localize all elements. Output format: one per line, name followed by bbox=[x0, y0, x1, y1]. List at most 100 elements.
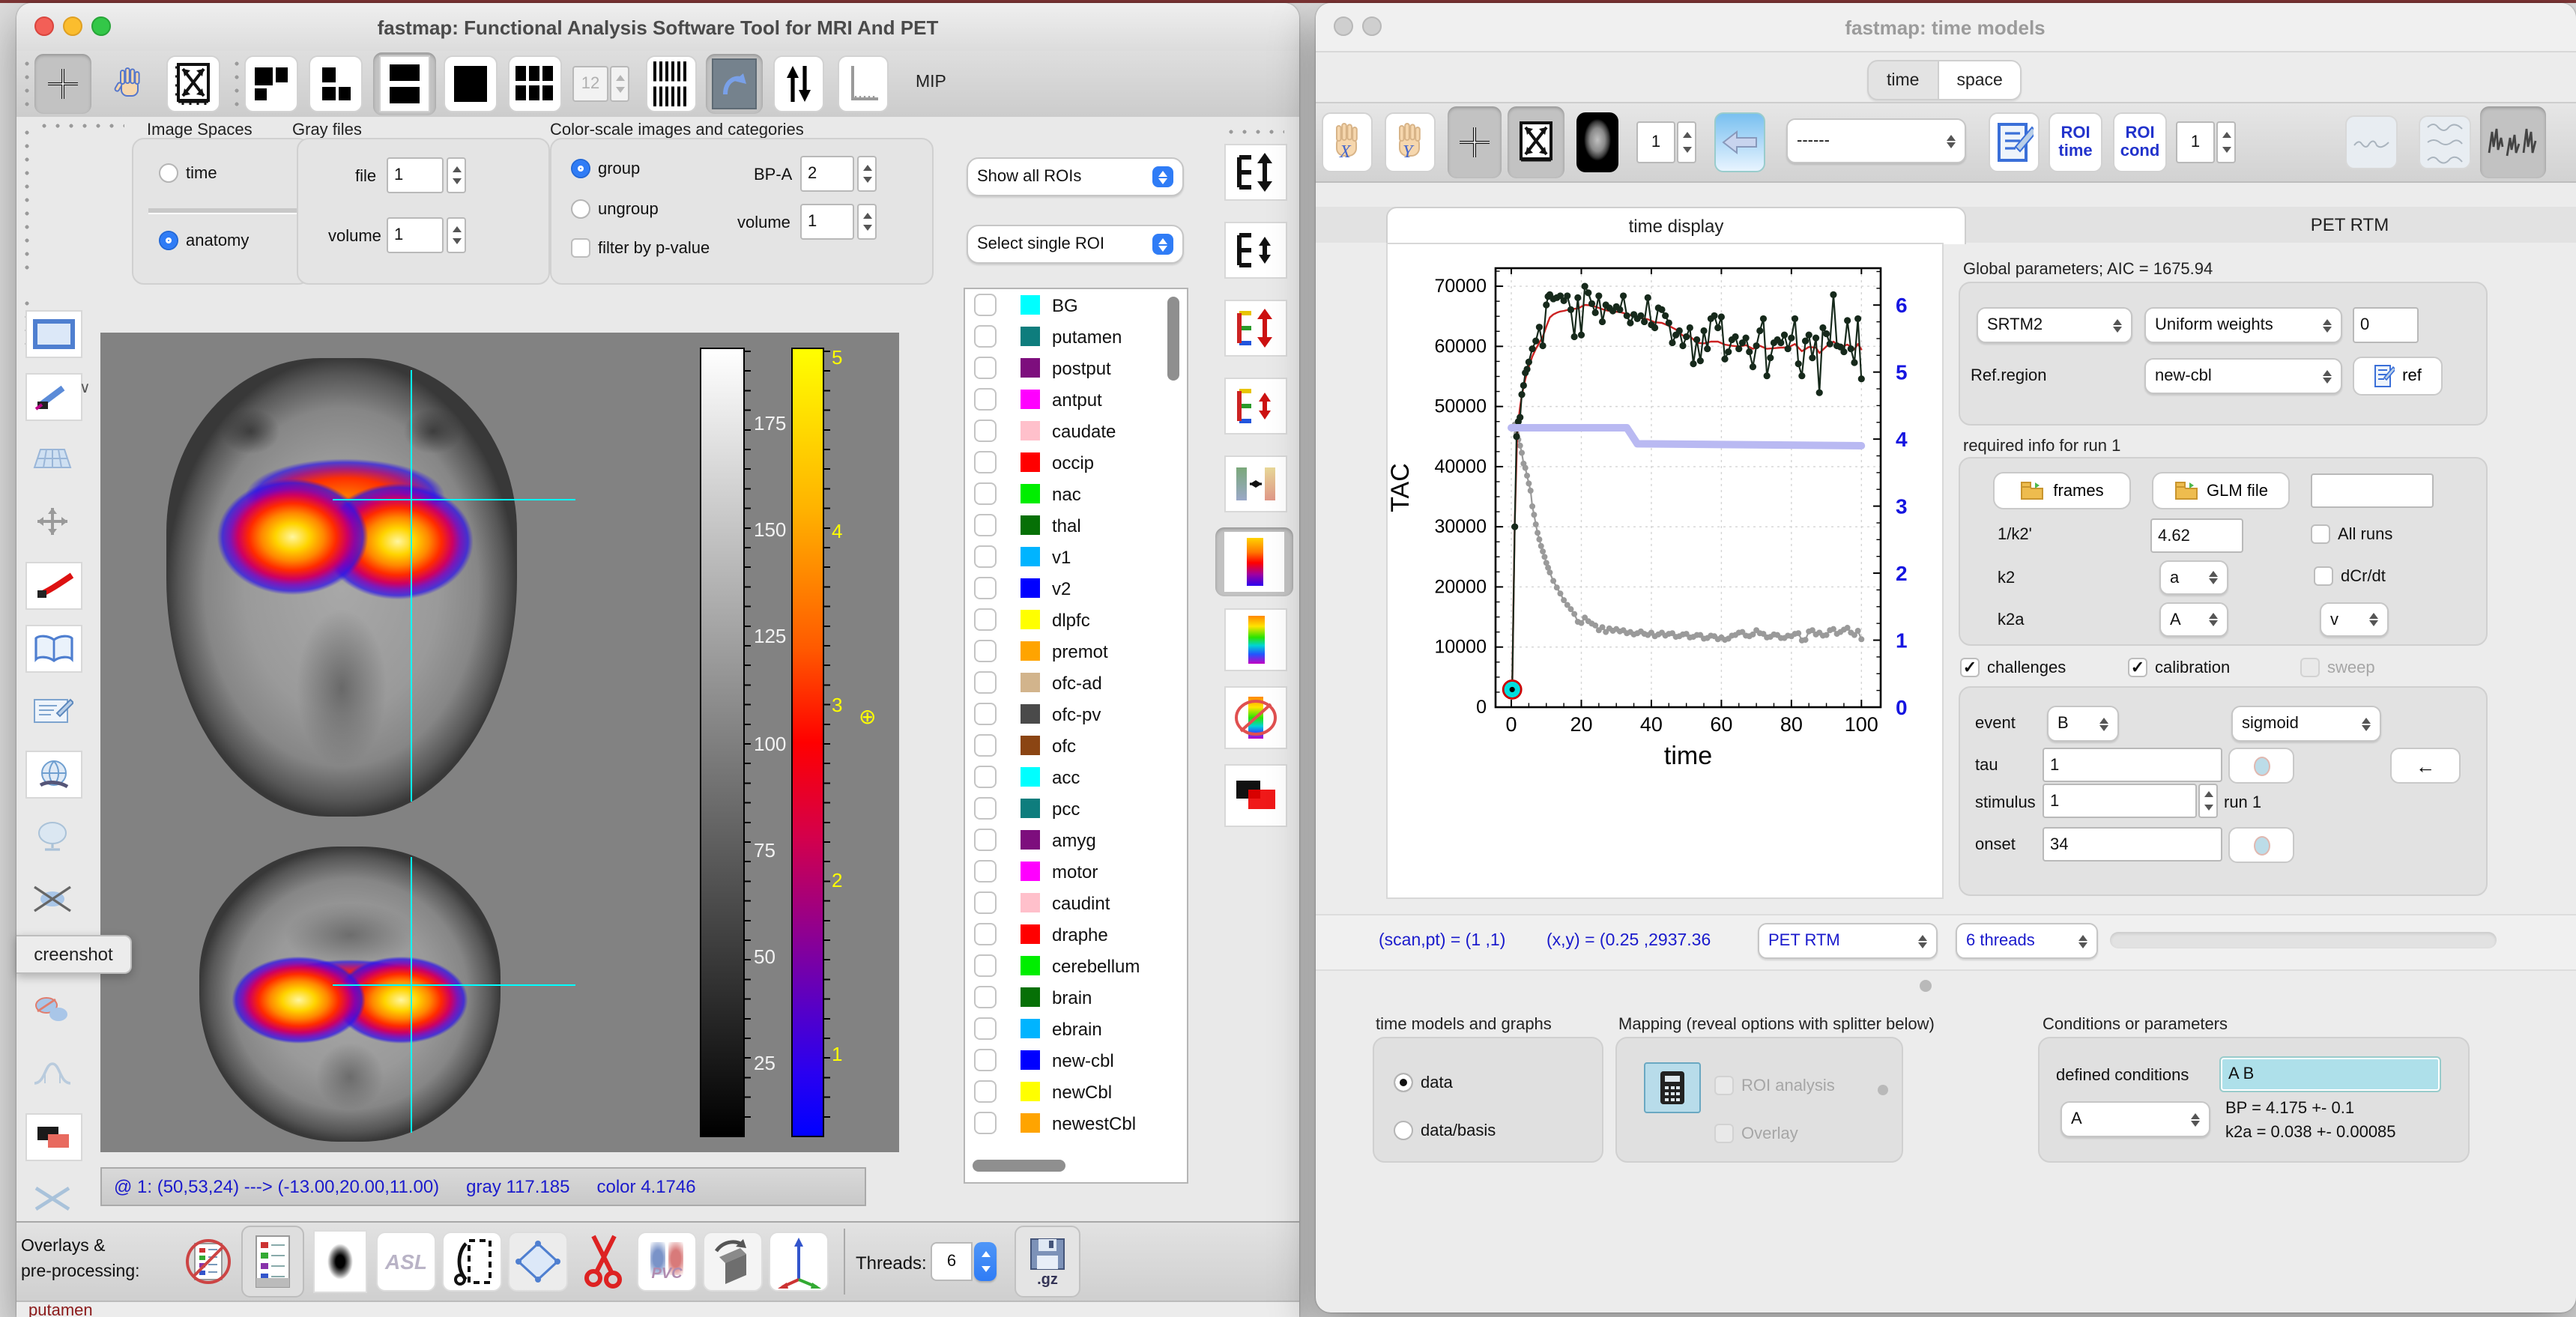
roi-checkbox[interactable] bbox=[974, 891, 997, 914]
smoothing-button[interactable] bbox=[310, 1232, 370, 1292]
brain-slice-axial-2[interactable] bbox=[199, 847, 501, 1142]
challenge-shape-select[interactable]: sigmoid bbox=[2231, 706, 2381, 742]
tac-chart[interactable]: 0100002000030000400005000060000700000204… bbox=[1388, 244, 1945, 900]
mip-label[interactable]: MIP bbox=[916, 73, 946, 91]
frames-button[interactable]: frames bbox=[1993, 472, 2131, 509]
paintbrush-button[interactable] bbox=[25, 373, 82, 421]
layout-grid6-button[interactable] bbox=[508, 55, 562, 112]
montage-grid-button[interactable] bbox=[646, 55, 697, 112]
radio-anatomy[interactable]: anatomy bbox=[159, 231, 249, 250]
roi-checkbox[interactable] bbox=[974, 388, 997, 411]
v-select[interactable]: v bbox=[2320, 602, 2389, 637]
radio-ungroup[interactable]: ungroup bbox=[571, 199, 659, 219]
previous-button[interactable]: ← bbox=[2390, 748, 2461, 784]
panel-handle[interactable] bbox=[21, 126, 33, 276]
roi-checkbox[interactable] bbox=[974, 294, 997, 316]
roi-checkbox[interactable] bbox=[974, 545, 997, 568]
roi-row[interactable]: occip bbox=[965, 446, 1187, 478]
axes-display-button[interactable] bbox=[838, 55, 889, 112]
compress-color-button[interactable] bbox=[1224, 378, 1287, 435]
roi-row[interactable]: thal bbox=[965, 509, 1187, 541]
radio-data-basis[interactable]: data/basis bbox=[1394, 1121, 1496, 1140]
radio-time[interactable]: time bbox=[159, 163, 217, 183]
k2a-select[interactable]: A bbox=[2159, 602, 2228, 637]
close-button[interactable] bbox=[34, 16, 54, 36]
radio-group[interactable]: group bbox=[571, 159, 640, 178]
stretch-gray-button[interactable] bbox=[1224, 144, 1287, 201]
layout-1big-button[interactable] bbox=[244, 55, 298, 112]
tm-minimize-button[interactable] bbox=[1362, 16, 1382, 36]
pan-tool-button[interactable] bbox=[100, 54, 157, 114]
ref-button[interactable]: ref bbox=[2353, 357, 2443, 396]
rainbow-scale-button[interactable] bbox=[1224, 608, 1287, 671]
roi-checkbox[interactable] bbox=[974, 1017, 997, 1040]
roi-vscrollbar[interactable] bbox=[1167, 297, 1179, 381]
move-tool-button[interactable] bbox=[25, 499, 79, 544]
atlas-book-button[interactable] bbox=[25, 625, 82, 673]
threads-stepper[interactable] bbox=[974, 1242, 997, 1281]
onset-field[interactable]: 34 bbox=[2043, 827, 2222, 862]
file-stepper[interactable] bbox=[447, 157, 466, 193]
cut-roi-button[interactable] bbox=[574, 1232, 634, 1292]
flip-tool-button[interactable] bbox=[703, 1232, 763, 1292]
roi-cond-button[interactable]: ROI cond bbox=[2113, 112, 2167, 172]
roi-checkbox[interactable] bbox=[974, 923, 997, 945]
single-curve-button[interactable] bbox=[2345, 115, 2398, 169]
roi-checkbox[interactable] bbox=[974, 640, 997, 662]
scan-number-field[interactable]: 1 bbox=[1636, 121, 1675, 163]
roi-row[interactable]: cerebellum bbox=[965, 950, 1187, 981]
save-gz-button[interactable]: .gz bbox=[1015, 1226, 1080, 1298]
image-spaces-divider[interactable] bbox=[148, 208, 298, 214]
stimulus-stepper[interactable] bbox=[2198, 784, 2218, 818]
roi-checkbox[interactable] bbox=[974, 514, 997, 536]
roi-checkbox[interactable] bbox=[974, 577, 997, 599]
model-select[interactable]: SRTM2 bbox=[1977, 307, 2132, 343]
hot-scale-button[interactable] bbox=[1215, 527, 1293, 596]
roi-checkbox[interactable] bbox=[974, 986, 997, 1008]
roi-checkbox[interactable] bbox=[974, 797, 997, 820]
roi-checkbox[interactable] bbox=[974, 420, 997, 442]
roi-hscrollbar[interactable] bbox=[973, 1160, 1065, 1172]
roi-time-button[interactable]: ROI time bbox=[2049, 112, 2102, 172]
roi-row[interactable]: newCbl bbox=[965, 1076, 1187, 1107]
spike-display-button[interactable] bbox=[2480, 106, 2546, 178]
stretch-color-button[interactable] bbox=[1224, 300, 1287, 357]
tau-fit-toggle[interactable] bbox=[2228, 748, 2294, 784]
condition-select[interactable]: A bbox=[2061, 1101, 2210, 1137]
brain-slice-axial-1[interactable] bbox=[166, 358, 517, 817]
event-select[interactable]: B bbox=[2047, 706, 2119, 742]
globe-paint-button[interactable] bbox=[25, 751, 82, 799]
tab-pet-rtm[interactable]: PET RTM bbox=[2230, 207, 2470, 243]
roi-row[interactable]: new-cbl bbox=[965, 1044, 1187, 1076]
stimulus-field[interactable]: 1 bbox=[2043, 784, 2197, 818]
plot-panel[interactable]: 0100002000030000400005000060000700000204… bbox=[1386, 243, 1944, 899]
erase-region-button[interactable] bbox=[25, 877, 79, 921]
roi-checkbox[interactable] bbox=[974, 482, 997, 505]
segment-space[interactable]: space bbox=[1938, 61, 2020, 99]
rect-select-button[interactable] bbox=[25, 310, 82, 358]
axes3d-button[interactable] bbox=[769, 1232, 829, 1292]
volume-stepper[interactable] bbox=[447, 217, 466, 253]
ref-region-select[interactable]: new-cbl bbox=[2144, 358, 2342, 394]
roi-row[interactable]: amyg bbox=[965, 824, 1187, 856]
tm-crosshair-button[interactable] bbox=[1448, 106, 1502, 178]
roi-row[interactable]: postput bbox=[965, 352, 1187, 384]
layout-2small-button[interactable] bbox=[309, 55, 363, 112]
roi-checkbox[interactable] bbox=[974, 357, 997, 379]
layout-2rows-button[interactable] bbox=[373, 52, 436, 115]
volume-field[interactable]: 1 bbox=[387, 217, 444, 253]
brush-menu-chevron[interactable]: ∨ bbox=[79, 381, 91, 397]
calibration-checkbox[interactable]: ✓calibration bbox=[2128, 658, 2230, 677]
model-combo[interactable]: ------ bbox=[1786, 118, 1966, 163]
notes-edit-button[interactable] bbox=[1989, 112, 2040, 172]
tm-titlebar[interactable]: fastmap: time models bbox=[1316, 3, 2576, 52]
gray-colorbar[interactable] bbox=[700, 348, 745, 1137]
roi-number-stepper[interactable] bbox=[2216, 121, 2236, 163]
tm-close-button[interactable] bbox=[1334, 16, 1353, 36]
tab-time-display[interactable]: time display bbox=[1386, 207, 1966, 244]
roi-checkbox[interactable] bbox=[974, 860, 997, 882]
roi-row[interactable]: pcc bbox=[965, 793, 1187, 824]
roi-checkbox[interactable] bbox=[974, 451, 997, 473]
roi-row[interactable]: brain bbox=[965, 981, 1187, 1013]
weights-select[interactable]: Uniform weights bbox=[2144, 307, 2342, 343]
